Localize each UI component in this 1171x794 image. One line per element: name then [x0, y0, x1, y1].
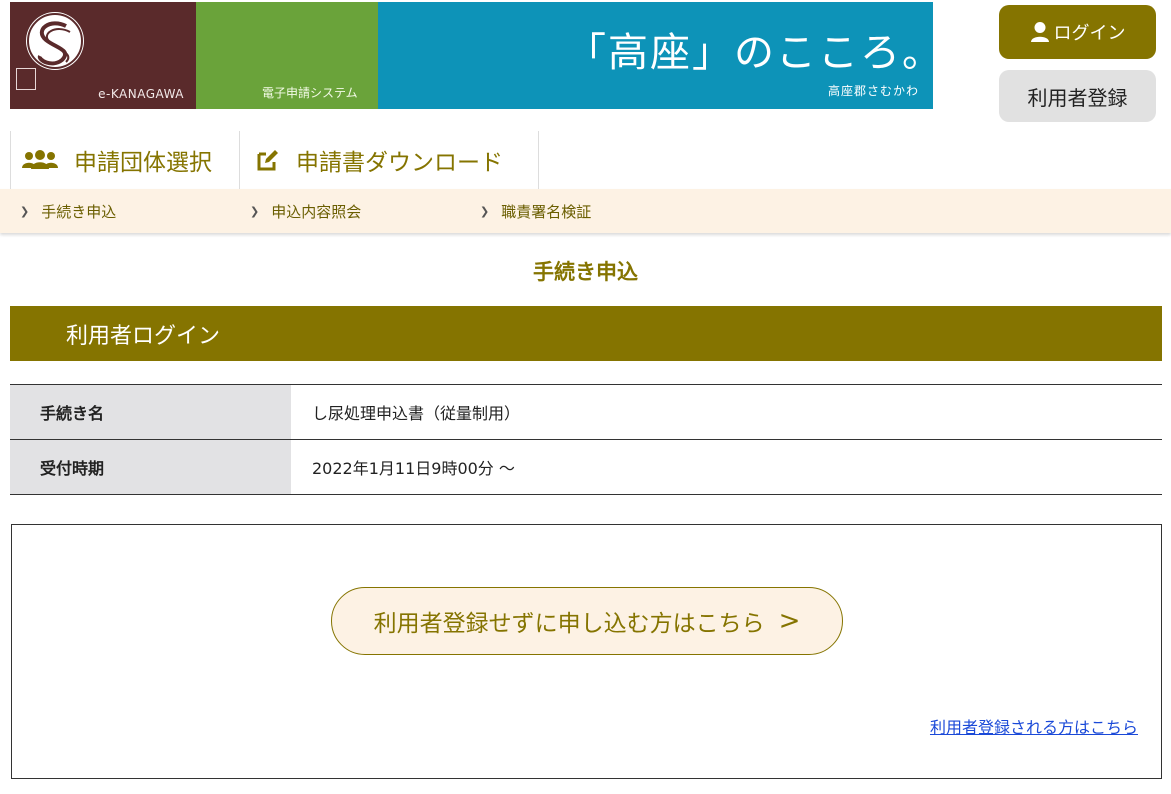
- login-options-box: 利用者登録せずに申し込む方はこちら > 利用者登録される方はこちら: [11, 524, 1162, 779]
- reception-period-label: 受付時期: [10, 440, 291, 494]
- nav-item-label: 申請書ダウンロード: [296, 150, 503, 176]
- main-nav: 申請団体選択 申請書ダウンロード: [10, 131, 539, 189]
- subnav-item-label: 申込内容照会: [271, 202, 362, 221]
- chevron-right-icon: ❯: [20, 204, 30, 218]
- section-header: 利用者ログイン: [10, 306, 1162, 361]
- register-user-link[interactable]: 利用者登録される方はこちら: [930, 714, 1138, 738]
- subnav-item-signature-verify[interactable]: ❯ 職責署名検証: [480, 189, 591, 233]
- sub-nav: ❯ 手続き申込 ❯ 申込内容照会 ❯ 職責署名検証: [0, 189, 1171, 233]
- banner-system-label: 電子申請システム: [262, 86, 358, 100]
- town-emblem-icon: [26, 12, 84, 70]
- table-row: 手続き名 し尿処理申込書（従量制用）: [10, 385, 1162, 440]
- nav-item-group-select[interactable]: 申請団体選択: [10, 131, 240, 189]
- chevron-right-icon: ❯: [480, 204, 490, 218]
- chevron-right-icon: ❯: [250, 204, 260, 218]
- chevron-right-icon: >: [778, 606, 801, 636]
- banner-system-segment: 電子申請システム: [196, 2, 378, 109]
- guest-button-label: 利用者登録せずに申し込む方はこちら: [373, 611, 765, 637]
- register-button[interactable]: 利用者登録: [999, 70, 1156, 122]
- banner-org-label: e-KANAGAWA: [98, 87, 184, 101]
- page-title: 手続き申込: [533, 260, 638, 284]
- reception-period-value: 2022年1月11日9時00分 ～: [312, 459, 515, 478]
- procedure-info-table: 手続き名 し尿処理申込書（従量制用） 受付時期 2022年1月11日9時00分 …: [10, 384, 1162, 495]
- subnav-item-label: 職責署名検証: [501, 202, 592, 221]
- nav-item-label: 申請団体選択: [74, 150, 212, 176]
- emblem-stamp-icon: [16, 68, 36, 90]
- header-banner: e-KANAGAWA 電子申請システム 「高座」のこころ。 高座郡さむかわ: [10, 2, 942, 109]
- subnav-item-label: 手続き申込: [41, 202, 117, 221]
- procedure-name-label: 手続き名: [10, 385, 291, 439]
- table-row: 受付時期 2022年1月11日9時00分 ～: [10, 440, 1162, 495]
- edit-document-icon: [257, 150, 278, 171]
- user-icon: [1030, 22, 1049, 42]
- subnav-item-inquiry[interactable]: ❯ 申込内容照会: [250, 189, 361, 233]
- banner-slogan-sub: 高座郡さむかわ: [827, 84, 919, 98]
- login-button[interactable]: ログイン: [999, 5, 1156, 59]
- procedure-name-value: し尿処理申込書（従量制用）: [312, 404, 521, 423]
- apply-without-registration-button[interactable]: 利用者登録せずに申し込む方はこちら >: [331, 587, 843, 655]
- nav-item-form-download[interactable]: 申請書ダウンロード: [240, 131, 539, 189]
- subnav-item-apply[interactable]: ❯ 手続き申込: [20, 189, 116, 233]
- banner-slogan-segment: 「高座」のこころ。 高座郡さむかわ: [378, 2, 942, 109]
- banner-slogan: 「高座」のこころ。: [566, 30, 944, 76]
- group-icon: [22, 150, 58, 169]
- login-button-label: ログイン: [1053, 23, 1126, 44]
- banner-org-segment: e-KANAGAWA: [10, 2, 196, 109]
